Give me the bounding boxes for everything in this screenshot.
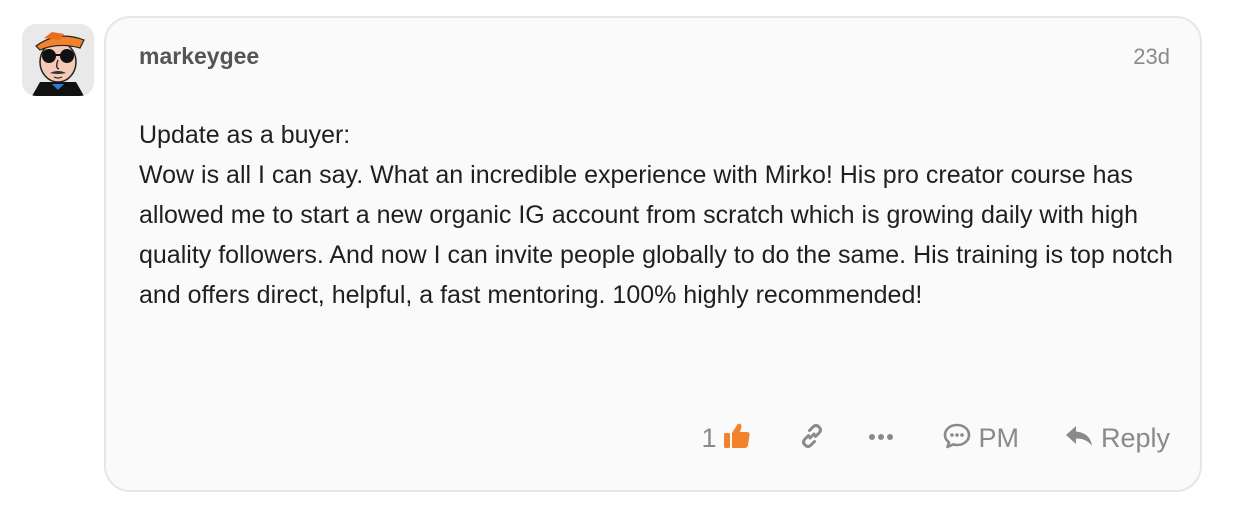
- reply-button[interactable]: Reply: [1063, 421, 1170, 456]
- reply-label: Reply: [1100, 422, 1170, 453]
- pm-label: PM: [978, 422, 1019, 453]
- reply-arrow-icon: [1063, 421, 1095, 456]
- link-icon: [798, 422, 826, 455]
- post-body-paragraph: Wow is all I can say. What an incredible…: [139, 161, 1173, 309]
- pm-button[interactable]: PM: [942, 421, 1019, 456]
- thumbs-up-icon: [722, 421, 752, 456]
- post-body: Update as a buyer: Wow is all I can say.…: [139, 115, 1179, 315]
- like-button[interactable]: 1: [701, 421, 752, 456]
- topic-post: markeygee 23d Update as a buyer: Wow is …: [0, 0, 1250, 506]
- show-more-actions-button[interactable]: [868, 429, 894, 447]
- copy-link-button[interactable]: [798, 422, 826, 455]
- speech-bubble-icon: [942, 421, 972, 456]
- post-body-line: Update as a buyer:: [139, 121, 351, 149]
- avatar[interactable]: [22, 24, 94, 96]
- avatar-illustration: [22, 24, 94, 96]
- post-username[interactable]: markeygee: [139, 43, 259, 70]
- like-count[interactable]: 1: [701, 423, 716, 454]
- post-actions: 1 PM Reply: [701, 418, 1170, 458]
- post-date[interactable]: 23d: [1133, 44, 1170, 70]
- ellipsis-icon: [868, 429, 894, 447]
- post-card: markeygee 23d Update as a buyer: Wow is …: [104, 16, 1202, 492]
